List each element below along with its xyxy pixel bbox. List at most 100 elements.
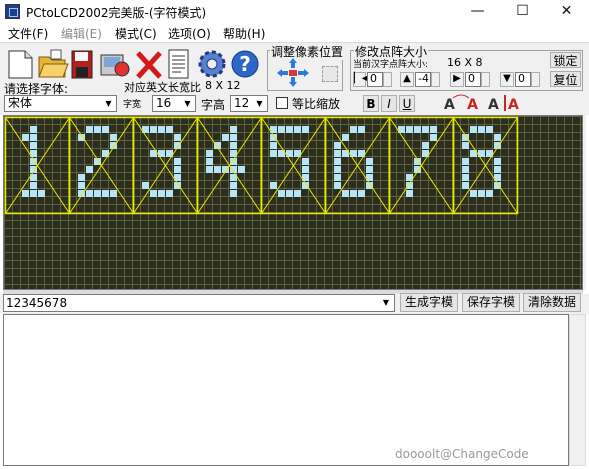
lit-dot[interactable] (206, 166, 213, 173)
lit-dot[interactable] (302, 158, 309, 165)
lit-dot[interactable] (110, 190, 117, 197)
lit-dot[interactable] (142, 182, 149, 189)
lit-dot[interactable] (230, 190, 237, 197)
lit-dot[interactable] (214, 166, 221, 173)
lit-dot[interactable] (94, 126, 101, 133)
lit-dot[interactable] (158, 126, 165, 133)
close-button[interactable]: ✕ (544, 0, 589, 23)
lit-dot[interactable] (174, 134, 181, 141)
lit-dot[interactable] (422, 126, 429, 133)
lit-dot[interactable] (430, 134, 437, 141)
lit-dot[interactable] (334, 182, 341, 189)
lit-dot[interactable] (486, 126, 493, 133)
lit-dot[interactable] (230, 134, 237, 141)
height-select[interactable]: 12 ▼ (230, 95, 268, 112)
move-arrows-icon[interactable] (276, 58, 322, 88)
lit-dot[interactable] (30, 126, 37, 133)
width-select[interactable]: 16 ▼ (152, 95, 196, 112)
bold-button[interactable]: B (363, 95, 379, 112)
lit-dot[interactable] (462, 142, 469, 149)
lit-dot[interactable] (166, 126, 173, 133)
spin-right-arrows[interactable] (481, 72, 490, 87)
lit-dot[interactable] (30, 134, 37, 141)
lit-dot[interactable] (430, 126, 437, 133)
lit-dot[interactable] (278, 126, 285, 133)
lit-dot[interactable] (30, 190, 37, 197)
lit-dot[interactable] (270, 142, 277, 149)
lit-dot[interactable] (334, 158, 341, 165)
spin-left[interactable]: 0 (367, 72, 383, 87)
top-edge-icon[interactable]: ▲ (400, 72, 414, 87)
menu-help[interactable]: 帮助(H) (223, 25, 265, 42)
lit-dot[interactable] (78, 174, 85, 181)
lit-dot[interactable] (414, 126, 421, 133)
settings-gear-icon[interactable] (196, 47, 228, 79)
text-input[interactable]: 12345678 ▼ (3, 294, 395, 312)
lit-dot[interactable] (302, 126, 309, 133)
output-textarea[interactable] (3, 314, 569, 466)
lit-dot[interactable] (102, 126, 109, 133)
lit-dot[interactable] (294, 126, 301, 133)
generate-button[interactable]: 生成字模 (400, 293, 458, 312)
lit-dot[interactable] (86, 126, 93, 133)
export-icon[interactable] (98, 47, 130, 79)
lit-dot[interactable] (350, 126, 357, 133)
menu-file[interactable]: 文件(F) (8, 25, 48, 42)
lit-dot[interactable] (294, 190, 301, 197)
lit-dot[interactable] (366, 166, 373, 173)
lit-dot[interactable] (342, 190, 349, 197)
spin-bottom[interactable]: 0 (515, 72, 531, 87)
lit-dot[interactable] (494, 158, 501, 165)
mirror-icon[interactable]: AA (487, 94, 523, 113)
lit-dot[interactable] (462, 174, 469, 181)
lit-dot[interactable] (342, 134, 349, 141)
lit-dot[interactable] (166, 190, 173, 197)
lit-dot[interactable] (30, 142, 37, 149)
lit-dot[interactable] (222, 134, 229, 141)
lit-dot[interactable] (406, 126, 413, 133)
spin-right[interactable]: 0 (465, 72, 481, 87)
lit-dot[interactable] (494, 134, 501, 141)
spin-left-arrows[interactable] (383, 72, 392, 87)
lit-dot[interactable] (358, 126, 365, 133)
lit-dot[interactable] (334, 166, 341, 173)
rotate-icon[interactable]: AA (443, 94, 479, 113)
spin-top[interactable]: -4 (415, 72, 431, 87)
lit-dot[interactable] (422, 142, 429, 149)
lit-dot[interactable] (278, 190, 285, 197)
lit-dot[interactable] (150, 190, 157, 197)
lit-dot[interactable] (158, 190, 165, 197)
lit-dot[interactable] (206, 158, 213, 165)
lit-dot[interactable] (230, 182, 237, 189)
lit-dot[interactable] (270, 182, 277, 189)
lit-dot[interactable] (206, 150, 213, 157)
lit-dot[interactable] (334, 150, 341, 157)
lit-dot[interactable] (478, 190, 485, 197)
lit-dot[interactable] (494, 166, 501, 173)
lit-dot[interactable] (334, 174, 341, 181)
clear-button[interactable]: 清除数据 (523, 293, 581, 312)
lit-dot[interactable] (30, 182, 37, 189)
help-icon[interactable]: ? (229, 47, 261, 79)
lit-dot[interactable] (238, 166, 245, 173)
menu-edit[interactable]: 编辑(E) (61, 25, 102, 42)
maximize-button[interactable]: ☐ (500, 0, 545, 23)
lit-dot[interactable] (270, 150, 277, 157)
lit-dot[interactable] (286, 190, 293, 197)
lit-dot[interactable] (86, 190, 93, 197)
lit-dot[interactable] (462, 158, 469, 165)
open-folder-icon[interactable] (37, 47, 69, 79)
notes-icon[interactable] (166, 47, 198, 79)
lit-dot[interactable] (94, 190, 101, 197)
lit-dot[interactable] (406, 190, 413, 197)
save-disk-icon[interactable] (69, 47, 101, 79)
lit-dot[interactable] (102, 190, 109, 197)
underline-button[interactable]: U (399, 95, 415, 112)
new-file-icon[interactable] (5, 47, 37, 79)
lock-button[interactable]: 锁定 (550, 52, 581, 68)
minimize-button[interactable]: — (455, 0, 500, 23)
lit-dot[interactable] (366, 158, 373, 165)
spin-top-arrows[interactable] (431, 72, 440, 87)
lit-dot[interactable] (38, 190, 45, 197)
lit-dot[interactable] (358, 190, 365, 197)
